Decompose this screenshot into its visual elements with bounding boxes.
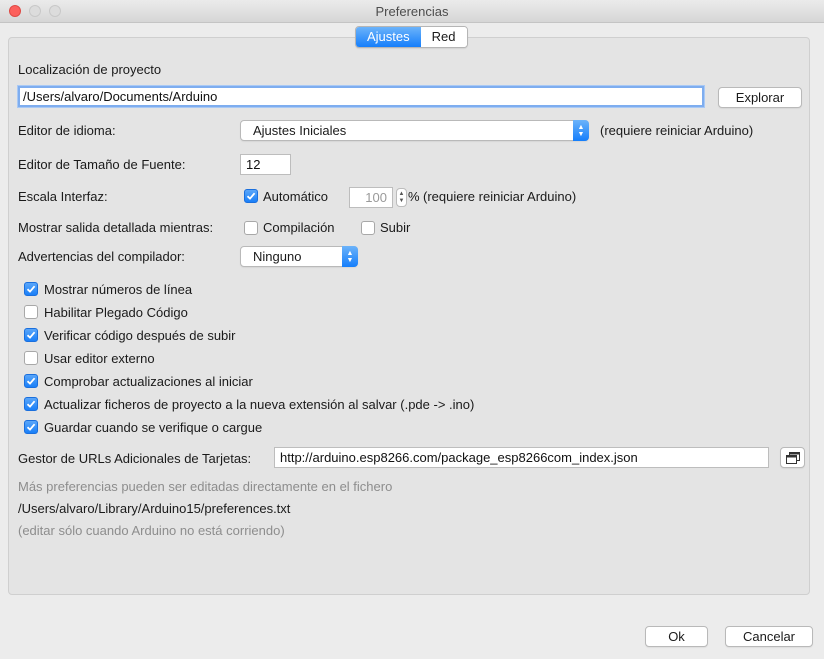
more-prefs-text: Más preferencias pueden ser editadas dir… [18, 479, 393, 494]
boards-url-edit-button[interactable] [780, 447, 805, 468]
verbose-upload-label: Subir [380, 220, 411, 235]
boards-url-input[interactable]: http://arduino.esp8266.com/package_esp82… [274, 447, 769, 468]
warnings-select[interactable]: Ninguno ▲ ▼ [240, 246, 358, 267]
scale-value-input[interactable]: 100 [349, 187, 393, 208]
language-label: Editor de idioma: [18, 123, 116, 138]
tab-ajustes[interactable]: Ajustes [356, 27, 421, 47]
edit-note-text: (editar sólo cuando Arduino no está corr… [18, 523, 285, 538]
window-title: Preferencias [375, 4, 449, 19]
font-size-label: Editor de Tamaño de Fuente: [18, 157, 186, 172]
warnings-select-value: Ninguno [253, 249, 302, 264]
option-line-numbers-label: Mostrar números de línea [44, 282, 193, 297]
boards-url-label: Gestor de URLs Adicionales de Tarjetas: [18, 451, 252, 466]
language-select[interactable]: Ajustes Iniciales ▲ ▼ [240, 120, 589, 141]
language-restart-note: (requiere reiniciar Arduino) [600, 123, 754, 138]
verbose-label: Mostrar salida detallada mientras: [18, 220, 214, 235]
scale-auto-checkbox[interactable] [244, 189, 258, 203]
checkmark-icon [26, 285, 36, 293]
option-verify-upload-label: Verificar código después de subir [44, 328, 236, 343]
title-bar: Preferencias [0, 0, 824, 23]
verbose-compile-checkbox[interactable] [244, 221, 258, 235]
verbose-upload-checkbox[interactable] [361, 221, 375, 235]
option-save-on-verify-checkbox[interactable] [24, 420, 38, 434]
option-line-numbers-checkbox[interactable] [24, 282, 38, 296]
font-size-input[interactable]: 12 [240, 154, 291, 175]
scale-label: Escala Interfaz: [18, 189, 108, 204]
updown-arrows-icon: ▲ ▼ [573, 120, 589, 141]
checkmark-icon [246, 192, 256, 200]
scale-unit: % [408, 189, 420, 204]
scale-auto-label: Automático [263, 189, 329, 204]
option-check-updates-checkbox[interactable] [24, 374, 38, 388]
checkmark-icon [26, 400, 36, 408]
checkmark-icon [26, 377, 36, 385]
prefs-path-text: /Users/alvaro/Library/Arduino15/preferen… [18, 501, 291, 516]
option-update-extension-label: Actualizar ficheros de proyecto a la nue… [44, 397, 475, 412]
project-location-label: Localización de proyecto [18, 62, 162, 77]
windows-icon [785, 452, 800, 464]
scale-restart-note: (requiere reiniciar Arduino) [423, 189, 577, 204]
scale-stepper[interactable]: ▲ ▼ [396, 188, 407, 207]
option-update-extension-checkbox[interactable] [24, 397, 38, 411]
cancel-button[interactable]: Cancelar [725, 626, 813, 647]
tab-red[interactable]: Red [420, 27, 467, 47]
warnings-label: Advertencias del compilador: [18, 249, 185, 264]
option-external-editor-checkbox[interactable] [24, 351, 38, 365]
checkmark-icon [26, 331, 36, 339]
language-select-value: Ajustes Iniciales [253, 123, 347, 138]
updown-arrows-icon: ▲ ▼ [342, 246, 358, 267]
option-check-updates-label: Comprobar actualizaciones al iniciar [44, 374, 253, 389]
checkmark-icon [26, 423, 36, 431]
option-code-folding-label: Habilitar Plegado Código [44, 305, 188, 320]
project-location-input[interactable]: /Users/alvaro/Documents/Arduino [18, 86, 704, 107]
option-save-on-verify-label: Guardar cuando se verifique o cargue [44, 420, 263, 435]
option-external-editor-label: Usar editor externo [44, 351, 155, 366]
verbose-compile-label: Compilación [263, 220, 335, 235]
ok-button[interactable]: Ok [645, 626, 708, 647]
tab-bar: Ajustes Red [355, 26, 468, 48]
browse-button[interactable]: Explorar [718, 87, 802, 108]
option-verify-upload-checkbox[interactable] [24, 328, 38, 342]
option-code-folding-checkbox[interactable] [24, 305, 38, 319]
